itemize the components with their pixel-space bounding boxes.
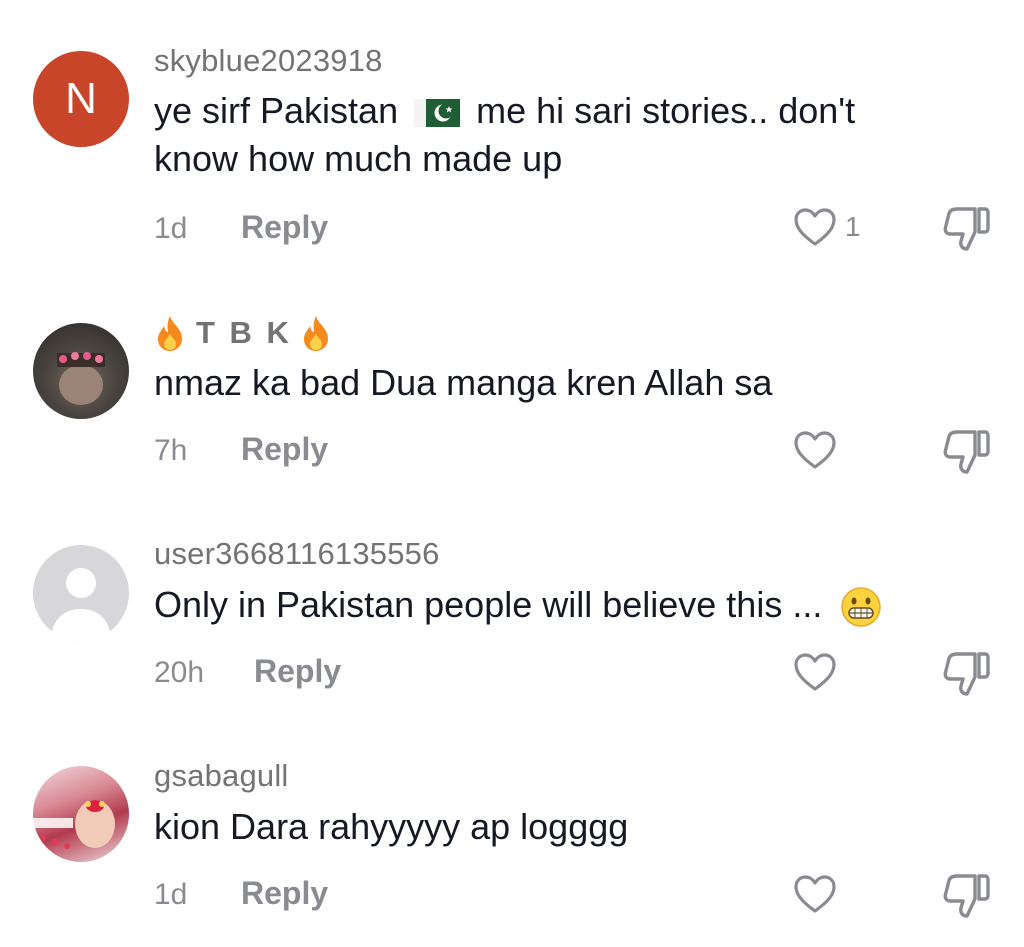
reply-button[interactable]: Reply	[241, 875, 328, 912]
avatar[interactable]	[33, 766, 129, 862]
heart-icon	[793, 430, 837, 470]
avatar-image	[57, 352, 105, 405]
thumbs-down-icon	[941, 428, 991, 476]
dislike-button[interactable]	[941, 650, 991, 698]
like-button[interactable]	[793, 430, 837, 470]
dislike-button[interactable]	[941, 205, 991, 253]
avatar[interactable]	[33, 323, 129, 419]
fire-icon	[300, 314, 332, 352]
pakistan-flag-icon	[414, 97, 461, 129]
dislike-button[interactable]	[941, 428, 991, 476]
avatar[interactable]	[33, 545, 129, 641]
reply-button[interactable]: Reply	[241, 209, 328, 246]
default-avatar-icon	[51, 568, 111, 641]
heart-icon	[793, 652, 837, 692]
thumbs-down-icon	[941, 650, 991, 698]
comment-text: Only in Pakistan people will believe thi…	[154, 581, 954, 629]
comment-item: gsabagull kion Dara rahyyyyy ap logggg 1…	[0, 744, 1024, 944]
comment-time: 1d	[154, 878, 188, 911]
reply-button[interactable]: Reply	[241, 431, 328, 468]
dislike-button[interactable]	[941, 872, 991, 920]
comment-item: T B K nmaz ka bad Dua manga kren Allah s…	[0, 300, 1024, 480]
comment-time: 7h	[154, 434, 188, 467]
username[interactable]: T B K	[154, 314, 332, 352]
avatar-image	[33, 800, 115, 849]
thumbs-down-icon	[941, 205, 991, 253]
like-button[interactable]	[793, 652, 837, 692]
fire-icon	[154, 314, 186, 352]
thumbs-down-icon	[941, 872, 991, 920]
like-button[interactable]	[793, 874, 837, 914]
username[interactable]: skyblue2023918	[154, 43, 383, 79]
username[interactable]: user3668116135556	[154, 536, 440, 572]
grinning-face-icon	[840, 586, 882, 628]
heart-icon	[793, 207, 837, 247]
avatar[interactable]: N	[33, 51, 129, 147]
comment-text: ye sirf Pakistan me hi sari stories.. do…	[154, 90, 856, 179]
reply-button[interactable]: Reply	[254, 653, 341, 690]
heart-icon	[793, 874, 837, 914]
comment-text: nmaz ka bad Dua manga kren Allah sa	[154, 362, 773, 403]
like-count: 1	[845, 211, 861, 242]
like-button[interactable]	[793, 207, 837, 247]
comment-item: N skyblue2023918 ye sirf Pakistan me hi …	[0, 0, 1024, 253]
comment-item: user3668116135556 Only in Pakistan peopl…	[0, 522, 1024, 702]
comment-time: 20h	[154, 656, 205, 689]
comment-text: kion Dara rahyyyyy ap logggg	[154, 806, 629, 847]
username[interactable]: gsabagull	[154, 758, 289, 794]
comment-time: 1d	[154, 212, 188, 245]
